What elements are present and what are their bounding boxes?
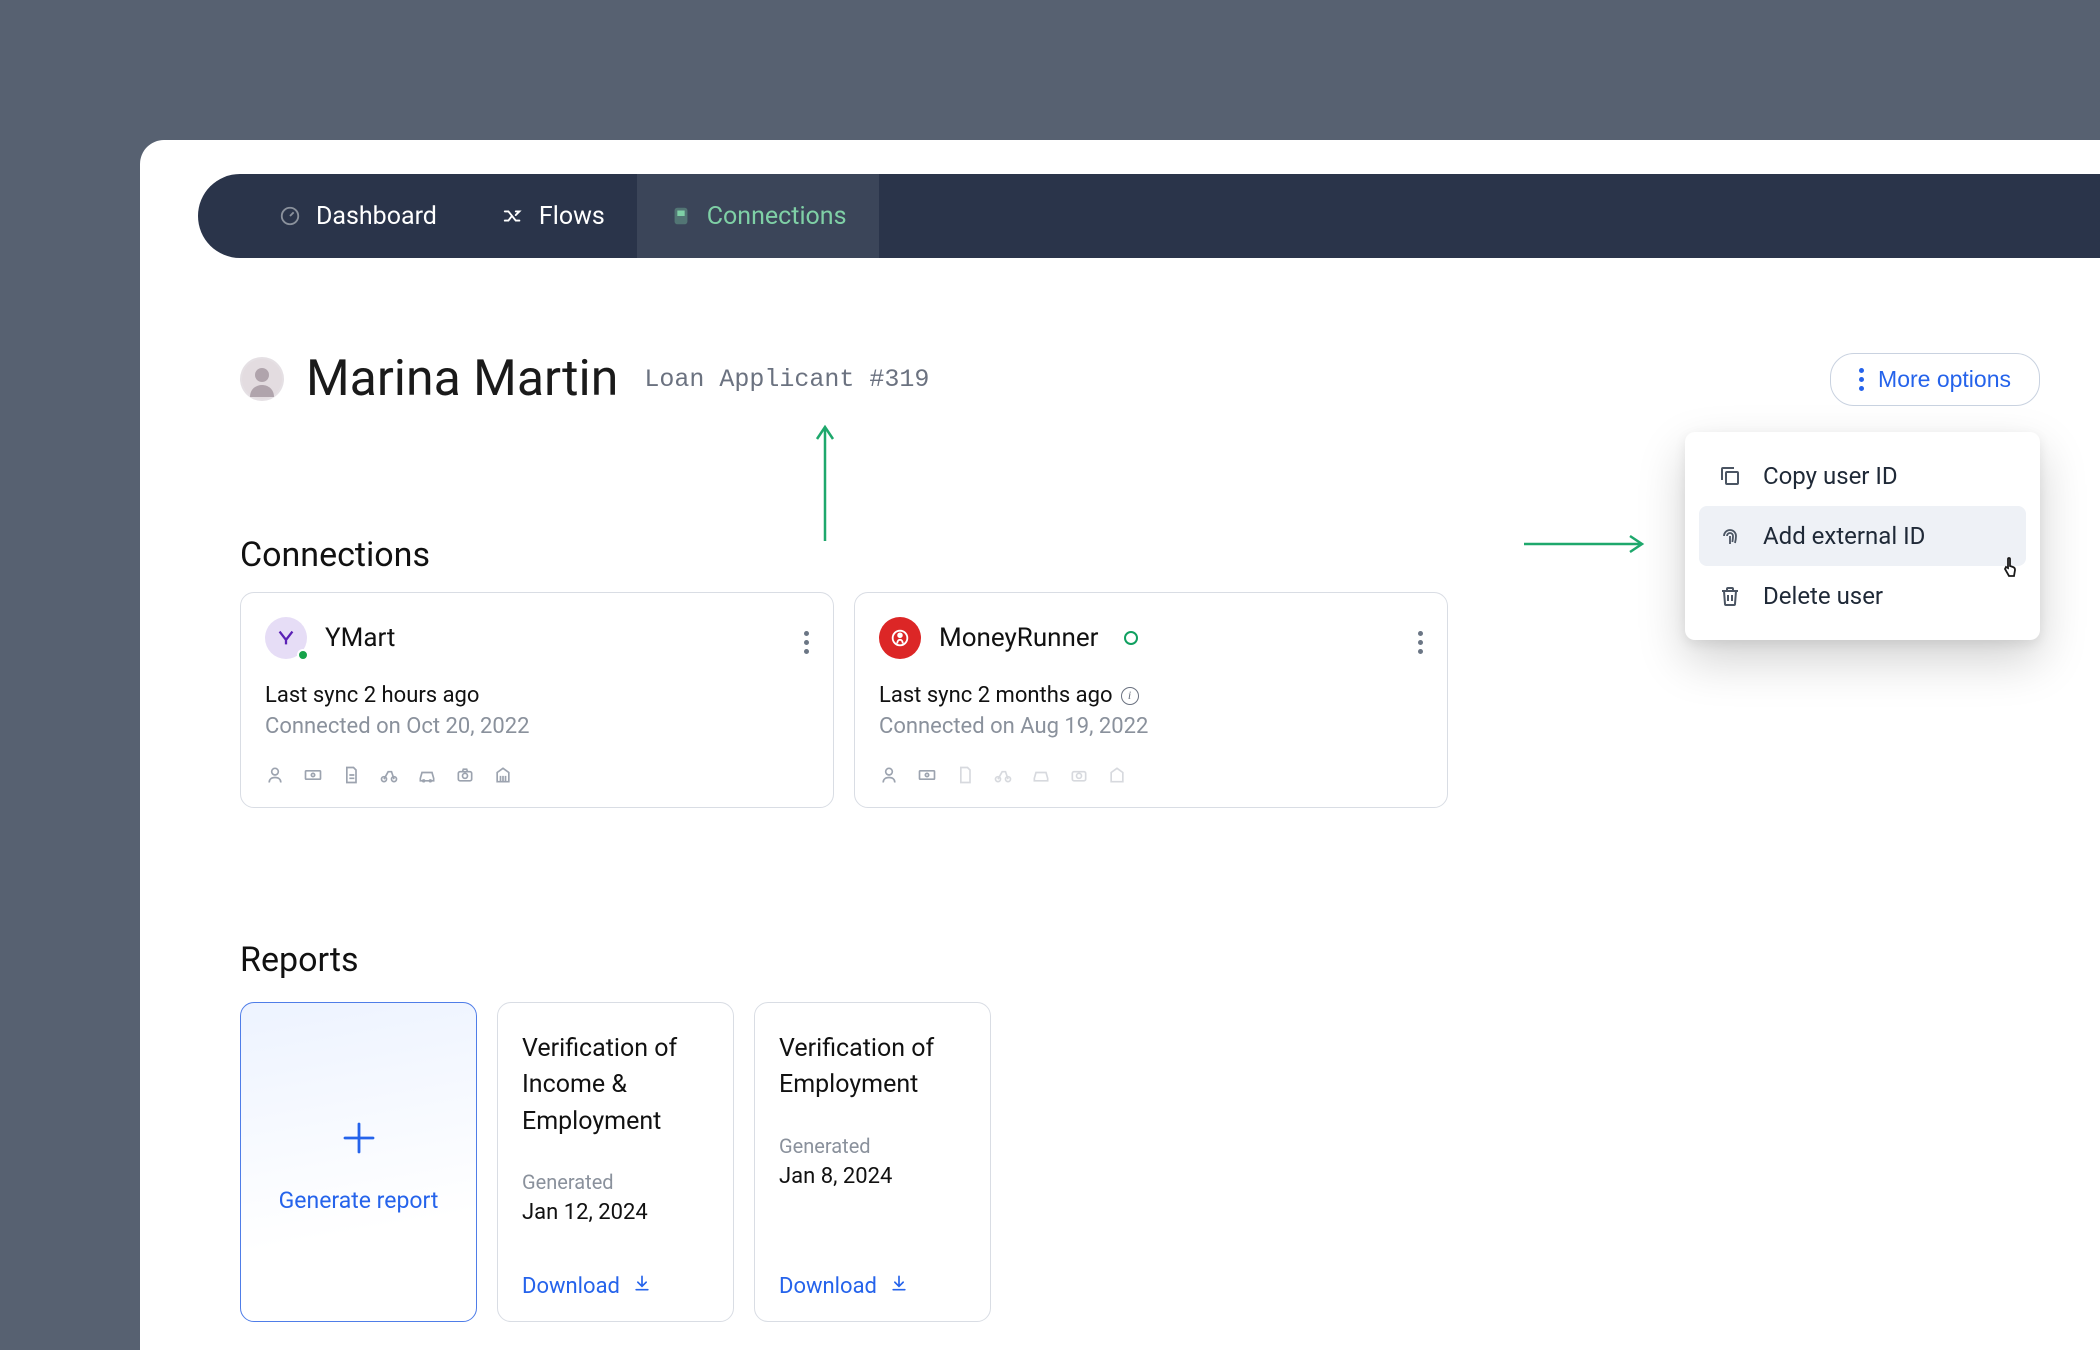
- connection-header: YMart: [265, 617, 809, 659]
- connection-category-icons: [879, 765, 1423, 787]
- download-label: Download: [522, 1274, 620, 1299]
- fingerprint-icon: [1717, 523, 1743, 549]
- connection-connected-on: Connected on Oct 20, 2022: [265, 714, 809, 739]
- nav-label: Flows: [539, 202, 605, 231]
- info-icon[interactable]: i: [1121, 687, 1139, 705]
- avatar: [240, 357, 284, 401]
- more-vertical-icon: [1418, 631, 1423, 654]
- report-date: Jan 8, 2024: [779, 1164, 966, 1189]
- car-icon: [1031, 765, 1053, 787]
- connection-card: MoneyRunner Last sync 2 months ago i Con…: [854, 592, 1448, 808]
- camera-icon: [455, 765, 477, 787]
- money-icon: [303, 765, 325, 787]
- plus-icon: [338, 1117, 380, 1163]
- report-card: Verification of Income & Employment Gene…: [497, 1002, 734, 1322]
- money-icon: [917, 765, 939, 787]
- dropdown-item-label: Add external ID: [1763, 522, 1925, 550]
- connection-name: YMart: [325, 623, 395, 653]
- copy-icon: [1717, 463, 1743, 489]
- download-label: Download: [779, 1274, 877, 1299]
- report-date: Jan 12, 2024: [522, 1200, 709, 1225]
- dropdown-copy-user-id[interactable]: Copy user ID: [1699, 446, 2026, 506]
- connection-last-sync: Last sync 2 months ago i: [879, 683, 1423, 708]
- car-icon: [417, 765, 439, 787]
- person-icon: [265, 765, 287, 787]
- camera-icon: [1069, 765, 1091, 787]
- nav-label: Dashboard: [316, 202, 437, 231]
- bike-icon: [993, 765, 1015, 787]
- report-title: Verification of Employment: [779, 1031, 966, 1104]
- more-options-button[interactable]: More options: [1830, 353, 2040, 406]
- connection-header: MoneyRunner: [879, 617, 1423, 659]
- last-sync-text: Last sync 2 hours ago: [265, 683, 479, 708]
- download-report-button[interactable]: Download: [779, 1273, 966, 1299]
- report-generated-label: Generated: [522, 1170, 709, 1194]
- building-icon: [493, 765, 515, 787]
- download-icon: [632, 1273, 652, 1299]
- gauge-icon: [278, 204, 302, 228]
- connection-logo: [879, 617, 921, 659]
- cursor-pointer-icon: [2000, 556, 2020, 585]
- nav-flows[interactable]: Flows: [469, 174, 637, 258]
- status-dot-icon: [297, 649, 309, 661]
- report-generated-label: Generated: [779, 1134, 966, 1158]
- arrow-right-icon: [1522, 534, 1647, 554]
- connection-menu-button[interactable]: [1418, 621, 1423, 654]
- connection-logo: [265, 617, 307, 659]
- device-icon: [669, 204, 693, 228]
- report-card: Verification of Employment Generated Jan…: [754, 1002, 991, 1322]
- connection-name: MoneyRunner: [939, 623, 1098, 653]
- dropdown-item-label: Delete user: [1763, 582, 1883, 610]
- more-vertical-icon: [804, 631, 809, 654]
- main-panel: Dashboard Flows Connections Marina Marti…: [140, 140, 2100, 1350]
- dropdown-add-external-id[interactable]: Add external ID: [1699, 506, 2026, 566]
- more-options-dropdown: Copy user ID Add external ID Delete user: [1685, 432, 2040, 640]
- bike-icon: [379, 765, 401, 787]
- more-vertical-icon: [1859, 368, 1864, 391]
- person-icon: [879, 765, 901, 787]
- nav-label: Connections: [707, 202, 847, 231]
- connections-list: YMart Last sync 2 hours ago Connected on…: [240, 592, 1448, 808]
- arrow-up-icon: [810, 423, 840, 543]
- download-report-button[interactable]: Download: [522, 1273, 709, 1299]
- report-title: Verification of Income & Employment: [522, 1031, 709, 1140]
- reports-list: Generate report Verification of Income &…: [240, 1002, 991, 1322]
- section-title-connections: Connections: [240, 535, 430, 575]
- more-options-label: More options: [1878, 366, 2011, 393]
- generate-report-button[interactable]: Generate report: [240, 1002, 477, 1322]
- dropdown-delete-user[interactable]: Delete user: [1699, 566, 2026, 626]
- trash-icon: [1717, 583, 1743, 609]
- connection-menu-button[interactable]: [804, 621, 809, 654]
- connection-card: YMart Last sync 2 hours ago Connected on…: [240, 592, 834, 808]
- connection-last-sync: Last sync 2 hours ago: [265, 683, 809, 708]
- top-navigation: Dashboard Flows Connections: [198, 174, 2100, 258]
- section-title-reports: Reports: [240, 940, 359, 980]
- nav-connections[interactable]: Connections: [637, 174, 879, 258]
- document-icon: [955, 765, 977, 787]
- page-subtitle: Loan Applicant #319: [644, 365, 929, 394]
- page-title: Marina Martin: [306, 350, 618, 408]
- last-sync-text: Last sync 2 months ago: [879, 683, 1113, 708]
- download-icon: [889, 1273, 909, 1299]
- shuffle-icon: [501, 204, 525, 228]
- generate-report-label: Generate report: [279, 1187, 439, 1214]
- building-icon: [1107, 765, 1129, 787]
- connection-connected-on: Connected on Aug 19, 2022: [879, 714, 1423, 739]
- page-header: Marina Martin Loan Applicant #319 More o…: [240, 350, 2040, 408]
- status-hollow-icon: [1124, 631, 1138, 645]
- nav-dashboard[interactable]: Dashboard: [246, 174, 469, 258]
- connection-category-icons: [265, 765, 809, 787]
- document-icon: [341, 765, 363, 787]
- dropdown-item-label: Copy user ID: [1763, 462, 1898, 490]
